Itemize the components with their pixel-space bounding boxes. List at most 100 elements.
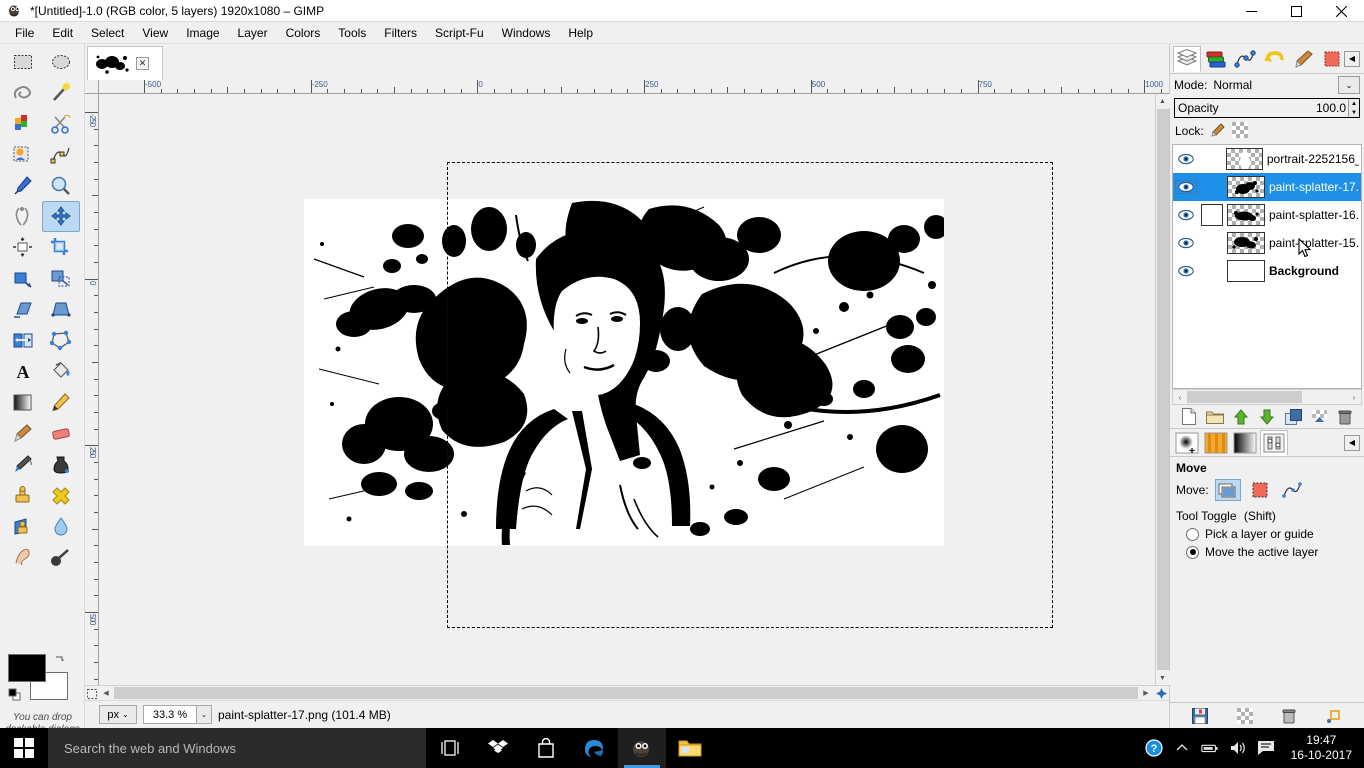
layer-scroll-thumb[interactable]: [1187, 391, 1303, 403]
tool-options-menu-button[interactable]: ◀: [1344, 434, 1360, 451]
bucket-fill-icon[interactable]: [42, 356, 80, 387]
menu-script-fu[interactable]: Script-Fu: [426, 23, 493, 43]
tab-patterns[interactable]: [1318, 46, 1346, 72]
menu-windows[interactable]: Windows: [493, 23, 560, 43]
pencil-icon[interactable]: [42, 387, 80, 418]
rotate-icon[interactable]: [4, 263, 42, 294]
tab-brushes-bottom[interactable]: [1173, 430, 1201, 456]
scroll-left-arrow[interactable]: ◀: [99, 686, 113, 700]
menu-colors[interactable]: Colors: [277, 23, 330, 43]
layer-link-cell[interactable]: [1201, 204, 1223, 226]
cage-transform-icon[interactable]: [42, 325, 80, 356]
layer-name[interactable]: paint-splatter-15.: [1269, 236, 1359, 250]
measure-icon[interactable]: [4, 201, 42, 232]
opacity-slider[interactable]: Opacity 100.0 ▲ ▼: [1174, 98, 1360, 118]
scroll-right-arrow[interactable]: ▶: [1139, 686, 1153, 700]
volume-tray-icon[interactable]: [1229, 740, 1247, 756]
image-tab[interactable]: ✕: [87, 46, 163, 80]
move-active-layer-row[interactable]: Move the active layer: [1170, 543, 1364, 561]
ruler-corner[interactable]: [85, 80, 99, 94]
vertical-scroll-thumb[interactable]: [1156, 109, 1169, 670]
gimp-taskbar-icon[interactable]: [618, 728, 666, 768]
save-tool-options-button[interactable]: [1190, 706, 1210, 726]
layer-scroll-track[interactable]: [1187, 391, 1347, 403]
gradient-icon[interactable]: [4, 387, 42, 418]
task-view-button[interactable]: [426, 728, 474, 768]
swap-colors-icon[interactable]: [54, 654, 66, 666]
opacity-up-arrow[interactable]: ▲: [1349, 99, 1359, 108]
menu-edit[interactable]: Edit: [43, 23, 82, 43]
layer-list[interactable]: portrait-2252156_ paint-splatter-17. paint…: [1172, 144, 1362, 389]
ellipse-select-icon[interactable]: [42, 46, 80, 77]
delete-tool-options-button[interactable]: [1279, 706, 1299, 726]
blur-sharpen-icon[interactable]: [42, 511, 80, 542]
layer-row[interactable]: paint-splatter-16.: [1173, 201, 1361, 229]
ink-icon[interactable]: [42, 449, 80, 480]
layer-visibility-eye-icon[interactable]: [1175, 237, 1197, 249]
tab-undo-history[interactable]: [1260, 46, 1288, 72]
layer-visibility-eye-icon[interactable]: [1175, 209, 1197, 221]
foreground-select-icon[interactable]: [4, 139, 42, 170]
new-layer-group-button[interactable]: [1205, 407, 1225, 427]
color-picker-icon[interactable]: [4, 170, 42, 201]
tab-patterns-bottom[interactable]: [1202, 430, 1230, 456]
vertical-scrollbar[interactable]: ▲ ▼: [1155, 94, 1170, 685]
file-explorer-taskbar-icon[interactable]: [666, 728, 714, 768]
move-selection-mode-button[interactable]: [1247, 479, 1273, 501]
navigation-preview-button[interactable]: [1153, 686, 1169, 701]
heal-icon[interactable]: [42, 480, 80, 511]
tab-channels[interactable]: [1202, 46, 1230, 72]
reset-tool-options-button[interactable]: [1324, 706, 1344, 726]
image-canvas[interactable]: [99, 94, 1155, 685]
horizontal-scroll-thumb[interactable]: [114, 687, 1138, 699]
reset-colors-icon[interactable]: [8, 688, 21, 701]
opacity-spinner[interactable]: ▲ ▼: [1348, 99, 1359, 117]
new-layer-button[interactable]: [1179, 407, 1199, 427]
lock-pixels-icon[interactable]: [1210, 122, 1226, 141]
align-icon[interactable]: [4, 232, 42, 263]
layer-name[interactable]: paint-splatter-17.: [1269, 180, 1359, 194]
layer-scroll-right-arrow[interactable]: ›: [1347, 393, 1361, 402]
free-select-icon[interactable]: [4, 77, 42, 108]
vertical-ruler[interactable]: -250025050075010001250: [85, 94, 99, 685]
layer-name[interactable]: Background: [1269, 264, 1339, 278]
layer-scroll-left-arrow[interactable]: ‹: [1173, 393, 1187, 402]
horizontal-ruler[interactable]: -500-25002505007501000125015001750200022…: [99, 80, 1169, 94]
horizontal-scroll-track[interactable]: ◀ ▶: [99, 686, 1153, 700]
show-hidden-icons-button[interactable]: [1173, 741, 1191, 755]
layer-name[interactable]: portrait-2252156_: [1267, 152, 1359, 166]
dock-menu-button[interactable]: ◀: [1344, 50, 1360, 67]
eraser-icon[interactable]: [42, 418, 80, 449]
layer-list-hscrollbar[interactable]: ‹ ›: [1172, 389, 1362, 405]
opacity-down-arrow[interactable]: ▼: [1349, 108, 1359, 117]
taskbar-clock[interactable]: 19:47 16-10-2017: [1285, 733, 1358, 763]
duplicate-layer-button[interactable]: [1283, 407, 1303, 427]
scroll-down-arrow[interactable]: ▼: [1155, 671, 1170, 685]
tab-paths[interactable]: [1231, 46, 1259, 72]
layer-row[interactable]: portrait-2252156_: [1173, 145, 1361, 173]
tab-tool-options[interactable]: [1260, 429, 1288, 456]
perspective-icon[interactable]: [42, 294, 80, 325]
maximize-button[interactable]: [1274, 0, 1319, 22]
unit-selector[interactable]: px ⌄: [99, 705, 137, 724]
pick-layer-or-guide-row[interactable]: Pick a layer or guide: [1170, 525, 1364, 543]
clone-icon[interactable]: [4, 480, 42, 511]
smudge-icon[interactable]: [4, 542, 42, 573]
battery-tray-icon[interactable]: [1200, 741, 1219, 755]
restore-tool-options-button[interactable]: [1235, 706, 1255, 726]
menu-file[interactable]: File: [6, 23, 43, 43]
zoom-value[interactable]: 33.3 %: [144, 706, 196, 723]
scissors-select-icon[interactable]: [42, 108, 80, 139]
perspective-clone-icon[interactable]: [4, 511, 42, 542]
move-path-mode-button[interactable]: [1279, 479, 1305, 501]
pick-layer-or-guide-radio[interactable]: [1186, 527, 1199, 541]
layer-name[interactable]: paint-splatter-16.: [1269, 208, 1359, 222]
start-button[interactable]: [0, 728, 48, 768]
lock-alpha-icon[interactable]: [1231, 121, 1248, 141]
image-tab-close-icon[interactable]: ✕: [136, 57, 149, 70]
zoom-control[interactable]: 33.3 % ⌄: [143, 705, 212, 724]
zoom-chevron-down-icon[interactable]: ⌄: [196, 706, 211, 723]
by-color-select-icon[interactable]: [4, 108, 42, 139]
layer-visibility-eye-icon[interactable]: [1175, 153, 1196, 165]
layer-visibility-eye-icon[interactable]: [1175, 265, 1197, 277]
